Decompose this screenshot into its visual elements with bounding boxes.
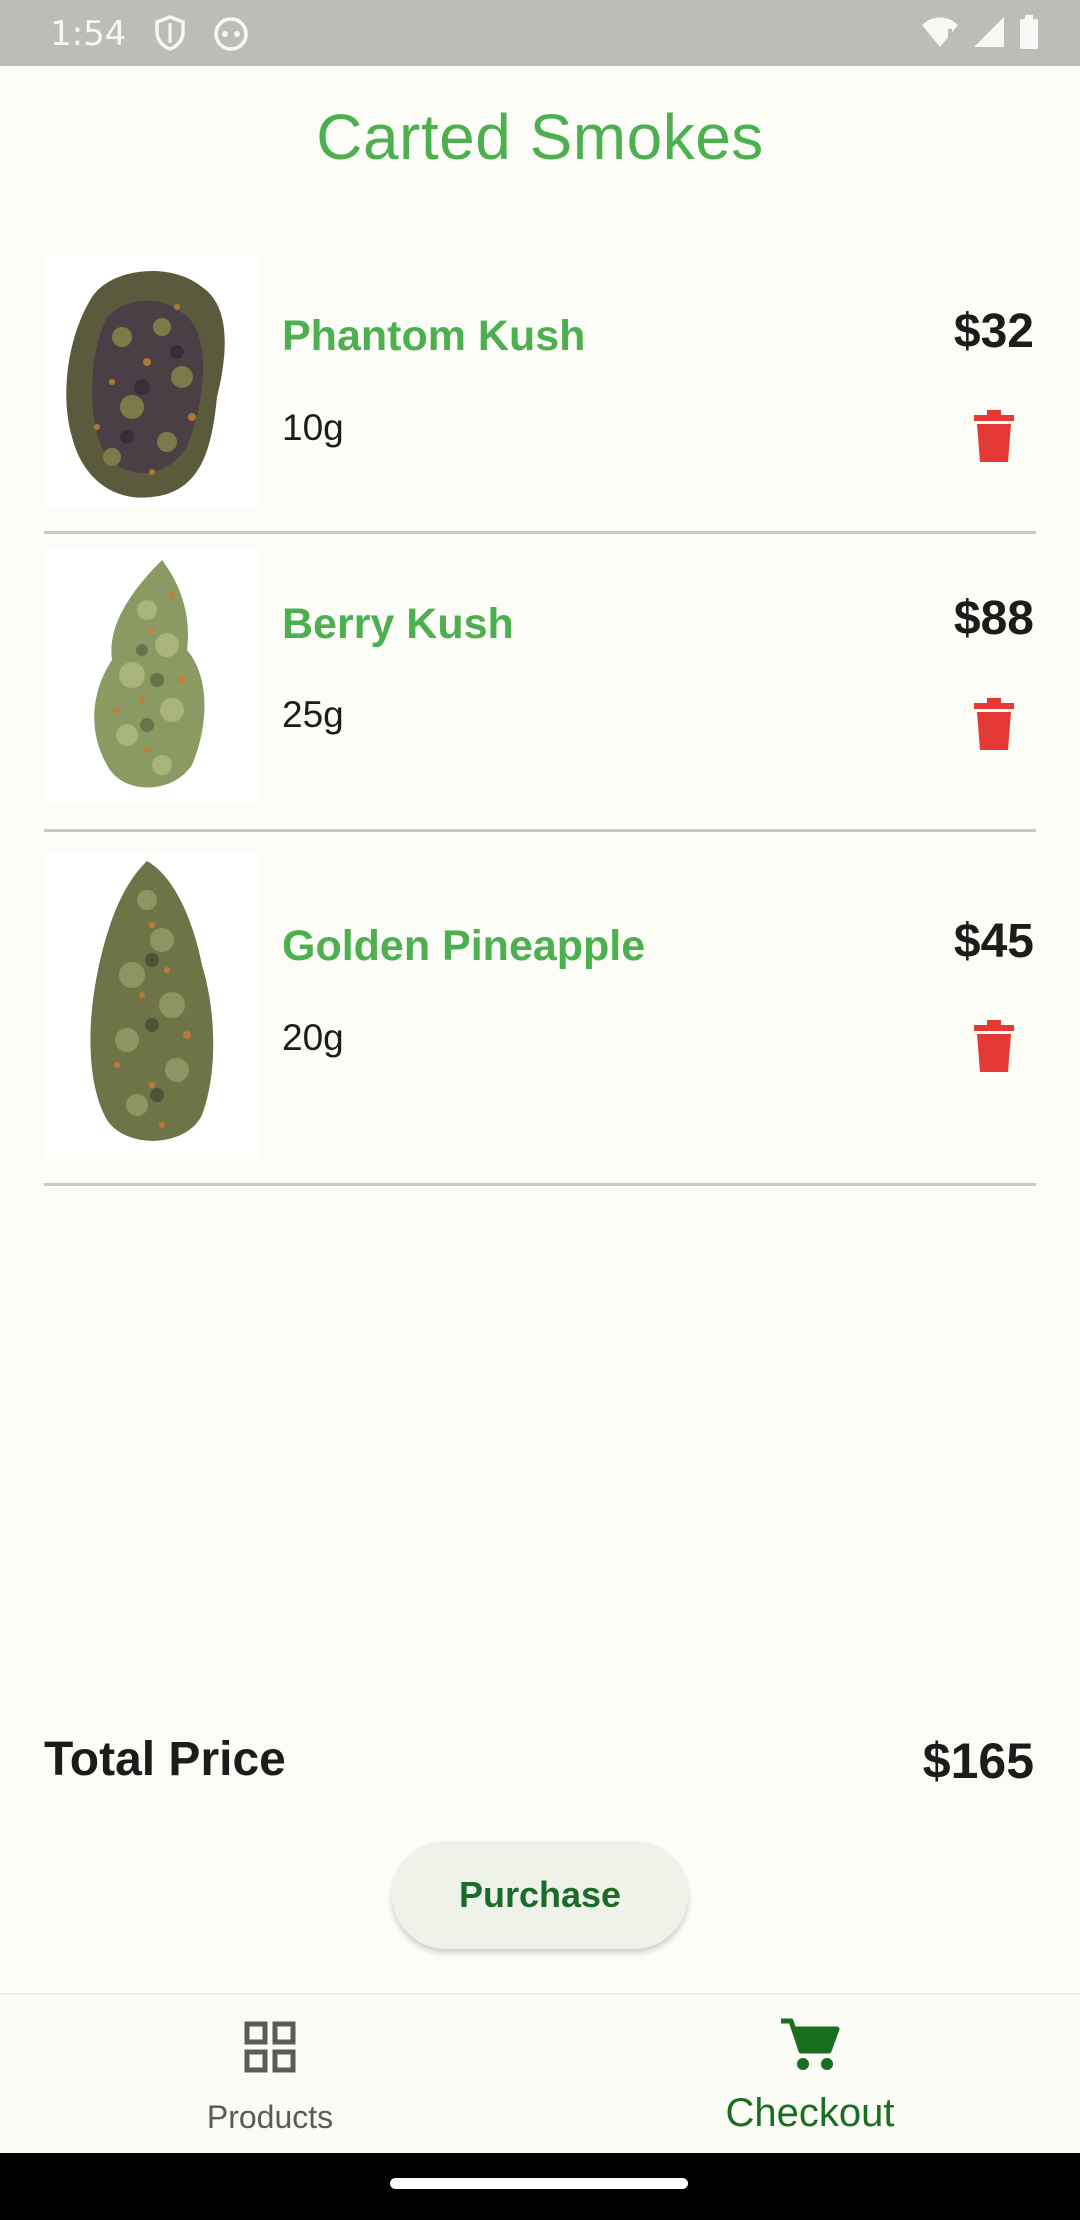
trash-icon: [974, 1020, 1014, 1072]
cannabis-bud-dark-icon: [44, 257, 260, 507]
cart-item: Berry Kush 25g $88: [44, 534, 1036, 832]
item-name: Phantom Kush: [282, 312, 586, 360]
trash-icon: [974, 410, 1014, 462]
cart-icon: [779, 2017, 841, 2078]
home-gesture-handle[interactable]: [390, 2178, 688, 2189]
notification-face-icon: [213, 15, 249, 55]
purchase-button[interactable]: Purchase: [392, 1841, 688, 1949]
item-name: Golden Pineapple: [282, 922, 646, 970]
nav-label-products: Products: [206, 2099, 334, 2135]
item-quantity: 25g: [282, 694, 344, 735]
page-title: Carted Smokes: [316, 101, 764, 173]
item-price: $88: [953, 592, 1034, 645]
status-bar: 1:54: [0, 0, 1080, 66]
shield-icon: [154, 15, 186, 55]
nav-item-checkout[interactable]: Checkout: [540, 1995, 1080, 2155]
nav-item-products[interactable]: Products: [0, 1995, 540, 2155]
cart-list: Phantom Kush 10g $32 Berry Kush 25g $88: [44, 244, 1036, 1186]
item-price: $45: [953, 915, 1034, 968]
total-price-label: Total Price: [44, 1733, 286, 1786]
item-name: Berry Kush: [282, 600, 514, 648]
delete-button[interactable]: [974, 698, 1014, 750]
item-quantity: 20g: [282, 1017, 344, 1058]
trash-icon: [974, 698, 1014, 750]
delete-button[interactable]: [974, 1020, 1014, 1072]
item-price: $32: [953, 305, 1034, 358]
status-icons: [920, 14, 1040, 54]
item-quantity: 10g: [282, 407, 344, 448]
bottom-navigation: Products Checkout: [0, 1993, 1080, 2155]
app-screen: 1:54 Carted Smokes Phantom Kush 10g $32 …: [0, 0, 1080, 2220]
cannabis-bud-tall-icon: [44, 852, 260, 1158]
delete-button[interactable]: [974, 410, 1014, 462]
cart-item: Phantom Kush 10g $32: [44, 244, 1036, 534]
battery-icon: [1018, 14, 1040, 54]
signal-icon: [972, 15, 1006, 53]
nav-label-checkout: Checkout: [725, 2091, 895, 2135]
cart-item: Golden Pineapple 20g $45: [44, 832, 1036, 1186]
grid-icon: [244, 2021, 296, 2078]
wifi-icon: [920, 15, 960, 53]
total-price-value: $165: [922, 1733, 1034, 1789]
cannabis-bud-light-icon: [44, 547, 260, 802]
status-time: 1:54: [50, 14, 127, 54]
system-gesture-bar: [0, 2153, 1080, 2220]
